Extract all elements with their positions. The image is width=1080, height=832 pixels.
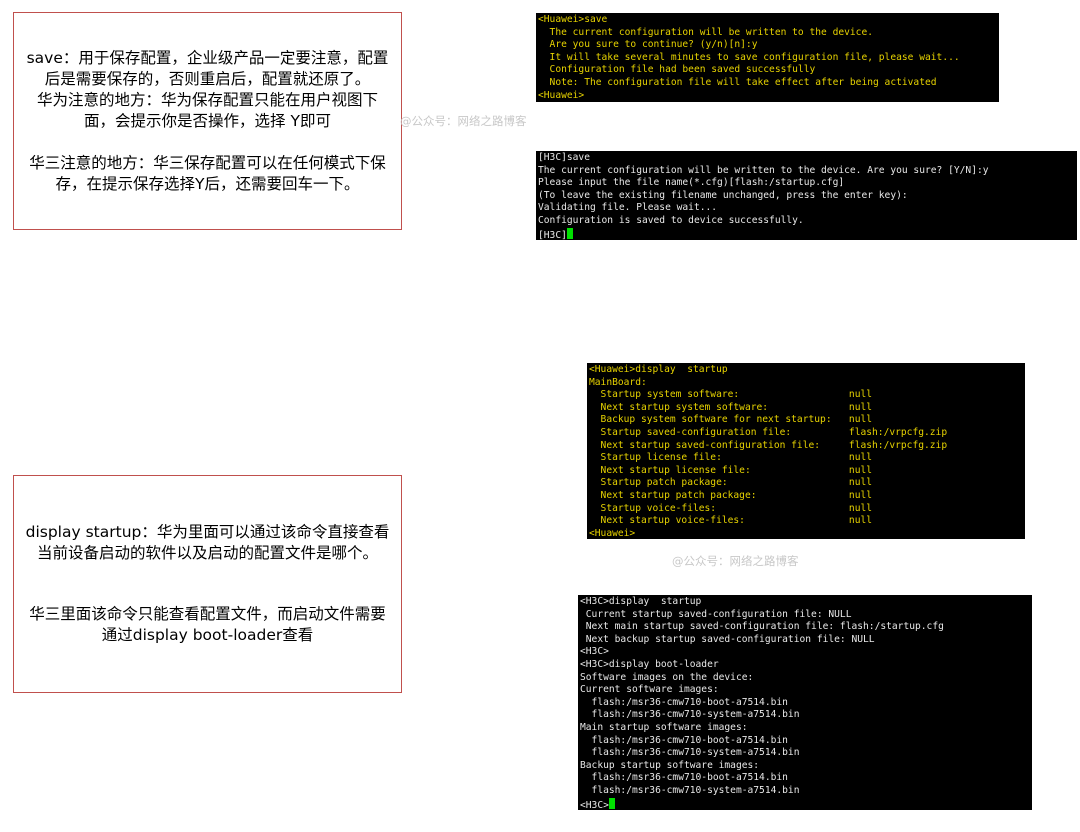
terminal-line: Next backup startup saved-configuration … <box>580 633 875 645</box>
terminal-line: flash:/msr36-cmw710-boot-a7514.bin <box>580 772 788 784</box>
terminal-line: flash:/msr36-cmw710-boot-a7514.bin <box>580 696 788 708</box>
terminal-huawei-save: <Huawei>save The current configuration w… <box>536 13 999 102</box>
startup-note-line2: 华三里面该命令只能查看配置文件，而启动文件需要通过display boot-lo… <box>29 605 386 644</box>
save-note-line1: save：用于保存配置，企业级产品一定要注意，配置后是需要保存的，否则重启后，配… <box>26 48 389 88</box>
terminal-line: <Huawei> <box>538 89 585 101</box>
terminal-line: Startup system software: null <box>589 389 873 401</box>
terminal-line: Startup patch package: null <box>589 477 873 489</box>
terminal-line: Next startup patch package: null <box>589 489 873 501</box>
terminal-line: Next startup voice-files: null <box>589 515 873 527</box>
terminal-line: Startup saved-configuration file: flash:… <box>589 426 948 438</box>
terminal-line: Next main startup saved-configuration fi… <box>580 621 944 633</box>
terminal-line: Next startup saved-configuration file: f… <box>589 439 948 451</box>
terminal-line: flash:/msr36-cmw710-system-a7514.bin <box>580 784 800 796</box>
terminal-line: Are you sure to continue? (y/n)[n]:y <box>538 39 758 51</box>
save-note-line3: 华三注意的地方：华三保存配置可以在任何模式下保存，在提示保存选择Y后，还需要回车… <box>29 153 386 193</box>
terminal-line: Next startup license file: null <box>589 464 873 476</box>
save-note-line2: 华为注意的地方：华为保存配置只能在用户视图下面，会提示你是否操作，选择 Y即可 <box>36 90 378 130</box>
terminal-line: Current software images: <box>580 684 719 696</box>
terminal-line: Backup startup software images: <box>580 759 760 771</box>
terminal-line: Startup license file: null <box>589 452 873 464</box>
terminal-line: The current configuration will be writte… <box>538 164 989 176</box>
watermark-middle: @公众号：网络之路博客 <box>672 554 799 568</box>
terminal-line: flash:/msr36-cmw710-system-a7514.bin <box>580 709 800 721</box>
startup-note-box: display startup：华为里面可以通过该命令直接查看当前设备启动的软件… <box>13 475 402 693</box>
terminal-line: Next startup system software: null <box>589 401 873 413</box>
terminal-line: MainBoard: <box>589 376 647 388</box>
terminal-line: Configuration file had been saved succes… <box>538 64 816 76</box>
terminal-line: <Huawei> <box>589 527 636 539</box>
terminal-line: Current startup saved-configuration file… <box>580 608 852 620</box>
terminal-line: flash:/msr36-cmw710-system-a7514.bin <box>580 747 800 759</box>
terminal-line: Main startup software images: <box>580 721 748 733</box>
terminal-cursor <box>608 797 615 809</box>
terminal-line: Validating file. Please wait... <box>538 202 718 214</box>
terminal-line: <Huawei>save <box>538 14 608 25</box>
terminal-line: Configuration is saved to device success… <box>538 214 804 226</box>
terminal-line: <H3C> <box>580 646 609 658</box>
terminal-line: <H3C> <box>580 797 1030 810</box>
terminal-line: Backup system software for next startup:… <box>589 414 873 426</box>
terminal-line: <H3C>display startup <box>580 596 702 607</box>
terminal-line: [H3C]save <box>538 152 590 163</box>
watermark-top: @公众号：网络之路博客 <box>400 114 527 128</box>
terminal-line: (To leave the existing filename unchange… <box>538 189 908 201</box>
terminal-line: The current configuration will be writte… <box>538 26 874 38</box>
terminal-h3c-save: [H3C]save The current configuration will … <box>536 151 1077 240</box>
terminal-line: Software images on the device: <box>580 671 754 683</box>
terminal-line: flash:/msr36-cmw710-boot-a7514.bin <box>580 734 788 746</box>
terminal-line: <Huawei>display startup <box>589 364 728 375</box>
terminal-cursor <box>566 227 573 239</box>
startup-note-line1: display startup：华为里面可以通过该命令直接查看当前设备启动的软件… <box>25 523 390 562</box>
terminal-line: Note: The configuration file will take e… <box>538 76 937 88</box>
terminal-line: It will take several minutes to save con… <box>538 51 960 63</box>
terminal-line: Please input the file name(*.cfg)[flash:… <box>538 177 845 189</box>
terminal-h3c-startup: <H3C>display startup Current startup sav… <box>578 595 1032 810</box>
save-note-box: save：用于保存配置，企业级产品一定要注意，配置后是需要保存的，否则重启后，配… <box>13 12 402 230</box>
terminal-line: <H3C>display boot-loader <box>580 658 719 670</box>
terminal-huawei-startup: <Huawei>display startup MainBoard: Startu… <box>587 363 1025 539</box>
terminal-line: [H3C] <box>538 227 1075 240</box>
terminal-line: Startup voice-files: null <box>589 502 873 514</box>
